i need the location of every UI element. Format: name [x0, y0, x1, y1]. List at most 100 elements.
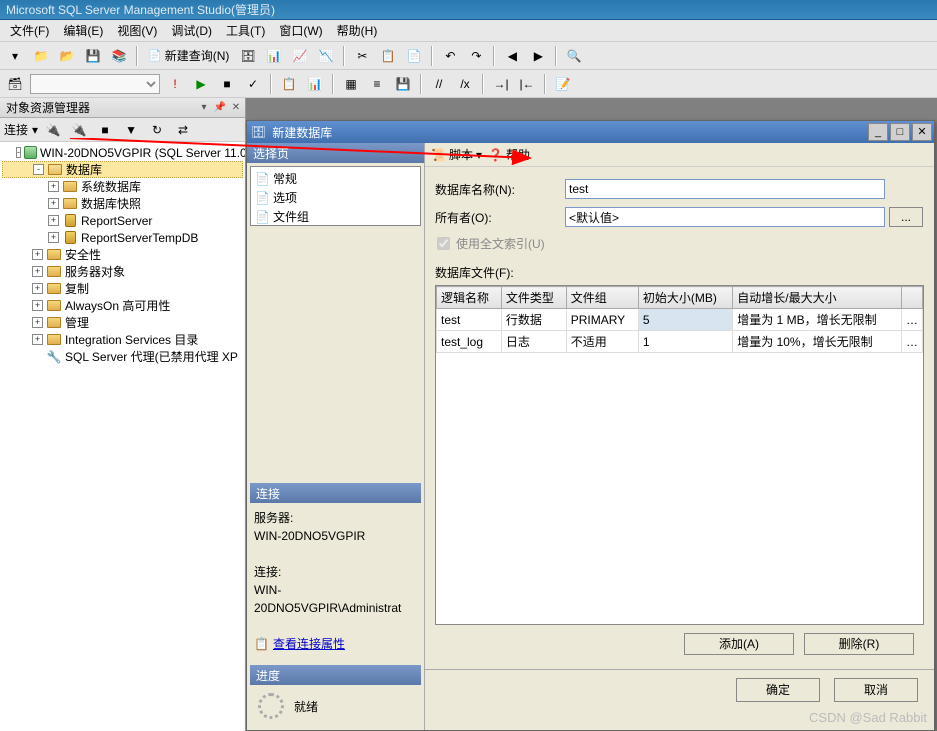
nav-back-icon[interactable]: ◀	[501, 45, 523, 67]
filter-icon[interactable]: ▼	[120, 119, 142, 141]
db-name-input[interactable]	[565, 179, 885, 199]
tree-snapshot-node[interactable]: +数据库快照	[2, 195, 243, 212]
owner-browse-button[interactable]: ...	[889, 207, 923, 227]
menu-edit[interactable]: 编辑(E)	[57, 20, 109, 41]
new-query-button[interactable]: 📄新建查询(N)	[144, 45, 233, 66]
fulltext-checkbox	[437, 237, 450, 250]
page-list[interactable]: 📄常规 📄选项 📄文件组	[250, 166, 421, 226]
new-project-icon[interactable]: 📁	[30, 45, 52, 67]
cut-icon[interactable]: ✂	[351, 45, 373, 67]
ok-button[interactable]: 确定	[736, 678, 820, 702]
ellipsis-button[interactable]: …	[902, 331, 923, 353]
redo-icon[interactable]: ↷	[465, 45, 487, 67]
add-button[interactable]: 添加(A)	[684, 633, 794, 655]
db-engine-icon[interactable]: 🗄	[237, 45, 259, 67]
tree-security-node[interactable]: +安全性	[2, 246, 243, 263]
specify-values-icon[interactable]: 📝	[552, 73, 574, 95]
page-filegroups[interactable]: 📄文件组	[253, 207, 418, 226]
connection-value: WIN-20DNO5VGPIR\Administrat	[254, 581, 417, 617]
folder-icon	[47, 300, 61, 311]
find-icon[interactable]: 🔍	[563, 45, 585, 67]
connect-label[interactable]: 连接	[4, 121, 28, 138]
delete-button[interactable]: 删除(R)	[804, 633, 914, 655]
results-file-icon[interactable]: 💾	[392, 73, 414, 95]
open-icon[interactable]: 📂	[56, 45, 78, 67]
menu-tools[interactable]: 工具(T)	[220, 20, 271, 41]
folder-icon	[47, 317, 61, 328]
parse-icon[interactable]: ✓	[242, 73, 264, 95]
undo-icon[interactable]: ↶	[439, 45, 461, 67]
refresh-icon[interactable]: ↻	[146, 119, 168, 141]
dmx-icon[interactable]: 📉	[315, 45, 337, 67]
sync-icon[interactable]: ⇄	[172, 119, 194, 141]
results-text-icon[interactable]: ≡	[366, 73, 388, 95]
tree-reportservertmp-node[interactable]: +ReportServerTempDB	[2, 229, 243, 246]
maximize-icon[interactable]: □	[890, 123, 910, 141]
pin-icon[interactable]: 📌	[213, 101, 227, 115]
copy-icon[interactable]: 📋	[377, 45, 399, 67]
outdent-icon[interactable]: |←	[516, 73, 538, 95]
paste-icon[interactable]: 📄	[403, 45, 425, 67]
stats-icon[interactable]: 📊	[304, 73, 326, 95]
tree-reportserver-node[interactable]: +ReportServer	[2, 212, 243, 229]
menu-help[interactable]: 帮助(H)	[331, 20, 384, 41]
results-grid-icon[interactable]: ▦	[340, 73, 362, 95]
tree-agent-node[interactable]: 🔧SQL Server 代理(已禁用代理 XP	[2, 348, 243, 365]
ellipsis-button[interactable]: …	[902, 309, 923, 331]
menu-window[interactable]: 窗口(W)	[273, 20, 328, 41]
tree-alwayson-node[interactable]: +AlwaysOn 高可用性	[2, 297, 243, 314]
col-filegroup[interactable]: 文件组	[566, 287, 638, 309]
dialog-titlebar[interactable]: 🗄新建数据库 _ □ ✕	[247, 121, 934, 143]
folder-icon	[63, 198, 77, 209]
col-logical-name[interactable]: 逻辑名称	[437, 287, 502, 309]
tree-serverobjects-node[interactable]: +服务器对象	[2, 263, 243, 280]
menu-file[interactable]: 文件(F)	[4, 20, 55, 41]
owner-input[interactable]	[565, 207, 885, 227]
tree-replication-node[interactable]: +复制	[2, 280, 243, 297]
analysis-icon[interactable]: 📊	[263, 45, 285, 67]
tree-server-node[interactable]: -WIN-20DNO5VGPIR (SQL Server 11.0	[2, 144, 243, 161]
db-files-grid[interactable]: 逻辑名称 文件类型 文件组 初始大小(MB) 自动增长/最大大小 tes	[435, 285, 924, 625]
menu-view[interactable]: 视图(V)	[111, 20, 163, 41]
run-icon[interactable]: ▶	[190, 73, 212, 95]
tree-databases-node[interactable]: -数据库	[2, 161, 243, 178]
tree-management-node[interactable]: +管理	[2, 314, 243, 331]
execute-icon[interactable]: !	[164, 73, 186, 95]
tree-integration-node[interactable]: +Integration Services 目录	[2, 331, 243, 348]
nav-fwd-icon[interactable]: ▶	[527, 45, 549, 67]
object-tree[interactable]: -WIN-20DNO5VGPIR (SQL Server 11.0 -数据库 +…	[0, 142, 245, 731]
mdx-icon[interactable]: 📈	[289, 45, 311, 67]
close-icon[interactable]: ✕	[912, 123, 932, 141]
table-row[interactable]: test 行数据 PRIMARY 5 增量为 1 MB，增长无限制 …	[437, 309, 923, 331]
indent-icon[interactable]: →|	[490, 73, 512, 95]
close-icon[interactable]: ✕	[229, 101, 243, 115]
folder-icon	[47, 283, 61, 294]
db-select-icon[interactable]: 🗃	[4, 73, 26, 95]
help-button[interactable]: ❓帮助	[488, 146, 530, 163]
page-general[interactable]: 📄常规	[253, 169, 418, 188]
col-file-type[interactable]: 文件类型	[501, 287, 566, 309]
disconnect-icon[interactable]: 🔌	[68, 119, 90, 141]
stop-icon[interactable]: ■	[216, 73, 238, 95]
database-combo[interactable]	[30, 74, 160, 94]
stop-icon[interactable]: ■	[94, 119, 116, 141]
dropdown-icon[interactable]: ▾	[4, 45, 26, 67]
dropdown-icon[interactable]: ▾	[197, 101, 211, 115]
script-toolbar: 📜脚本 ▾ ❓帮助	[425, 143, 934, 167]
saveall-icon[interactable]: 📚	[108, 45, 130, 67]
page-options[interactable]: 📄选项	[253, 188, 418, 207]
connect-icon[interactable]: 🔌	[42, 119, 64, 141]
view-connection-link[interactable]: 查看连接属性	[273, 635, 345, 653]
menu-debug[interactable]: 调试(D)	[165, 20, 218, 41]
minimize-icon[interactable]: _	[868, 123, 888, 141]
plan-icon[interactable]: 📋	[278, 73, 300, 95]
col-initial-size[interactable]: 初始大小(MB)	[638, 287, 732, 309]
table-row[interactable]: test_log 日志 不适用 1 增量为 10%，增长无限制 …	[437, 331, 923, 353]
tree-sysdb-node[interactable]: +系统数据库	[2, 178, 243, 195]
col-autogrowth[interactable]: 自动增长/最大大小	[733, 287, 902, 309]
uncomment-icon[interactable]: /x	[454, 73, 476, 95]
cancel-button[interactable]: 取消	[834, 678, 918, 702]
comment-icon[interactable]: //	[428, 73, 450, 95]
save-icon[interactable]: 💾	[82, 45, 104, 67]
script-button[interactable]: 📜脚本 ▾	[431, 146, 482, 163]
